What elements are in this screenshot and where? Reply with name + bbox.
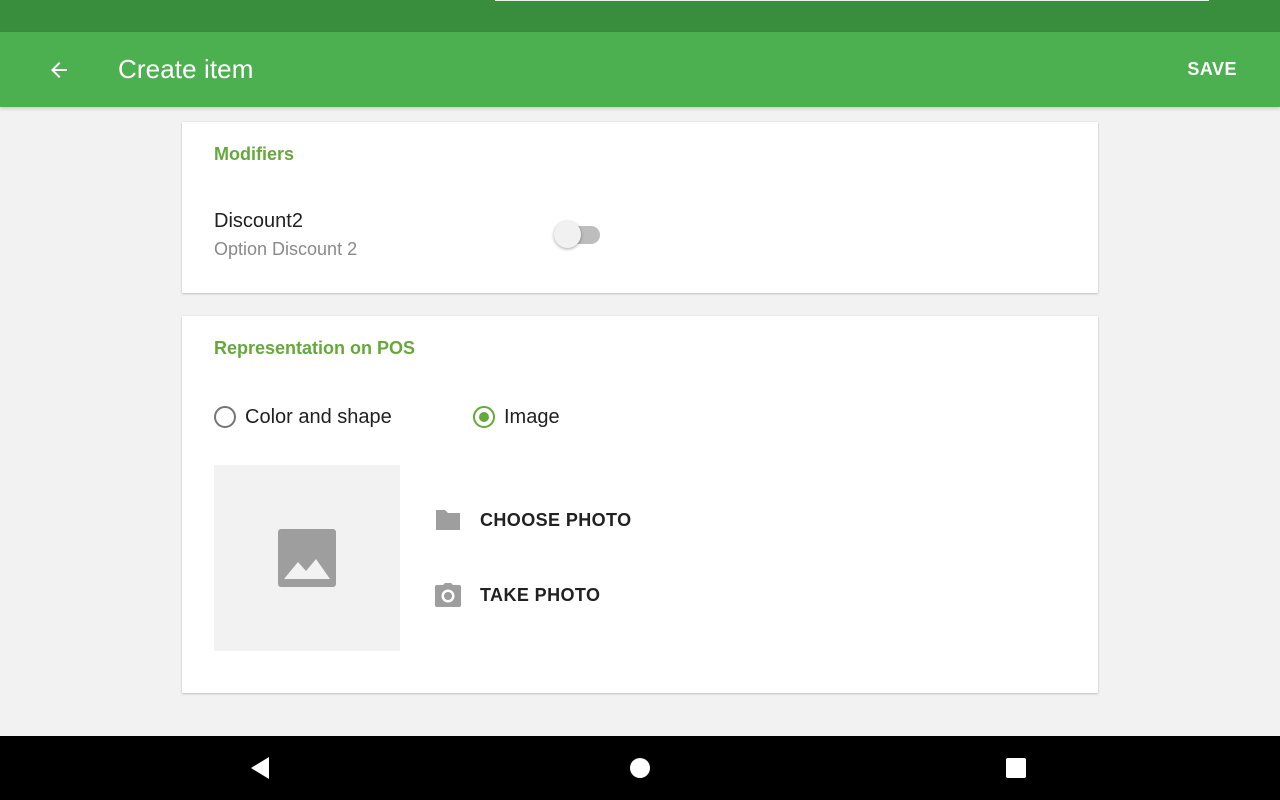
image-icon [278, 529, 336, 587]
status-bar-line [495, 0, 1209, 1]
modifiers-card: Modifiers Discount2 Option Discount 2 [182, 122, 1098, 293]
system-nav-bar [0, 736, 1280, 800]
nav-home-button[interactable] [624, 752, 656, 784]
modifier-options: Option Discount 2 [214, 239, 358, 259]
image-preview [214, 465, 400, 651]
representation-card: Representation on POS Color and shape Im… [182, 316, 1098, 693]
radio-button-unchecked[interactable] [214, 406, 236, 428]
modifier-toggle[interactable] [554, 221, 602, 249]
radio-color-and-shape[interactable]: Color and shape [214, 402, 392, 432]
back-button[interactable] [38, 49, 80, 91]
page-title: Create item [118, 54, 254, 84]
nav-recents-icon [1006, 758, 1026, 778]
camera-icon [432, 579, 464, 611]
folder-icon [432, 504, 464, 536]
toggle-thumb [554, 221, 581, 248]
take-photo-button[interactable]: TAKE PHOTO [432, 579, 600, 611]
arrow-back-icon [51, 62, 67, 78]
take-photo-label: TAKE PHOTO [480, 584, 601, 605]
representation-section-title: Representation on POS [214, 338, 416, 358]
app-bar: Create item SAVE [0, 32, 1280, 107]
radio-button-checked[interactable] [473, 406, 495, 428]
radio-label-image: Image [504, 405, 560, 428]
nav-back-button[interactable] [244, 752, 276, 784]
choose-photo-label: CHOOSE PHOTO [480, 509, 632, 530]
modifiers-section-title: Modifiers [214, 144, 295, 164]
modifier-name: Discount2 [214, 210, 303, 232]
radio-label-color-and-shape: Color and shape [245, 405, 392, 428]
nav-back-icon [251, 757, 269, 779]
radio-image[interactable]: Image [473, 402, 560, 432]
nav-home-icon [630, 758, 650, 778]
save-button[interactable]: SAVE [1187, 59, 1237, 80]
choose-photo-button[interactable]: CHOOSE PHOTO [432, 504, 632, 536]
nav-recents-button[interactable] [1000, 752, 1032, 784]
status-bar [0, 0, 1280, 32]
